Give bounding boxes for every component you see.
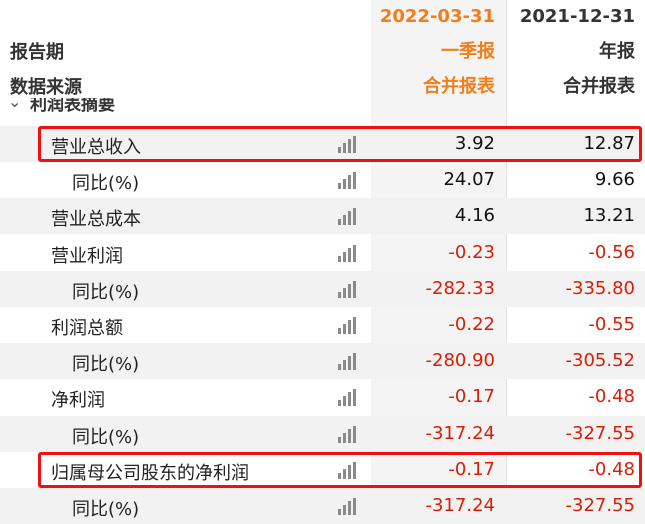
table-row[interactable]: 同比(%) -282.33 -335.80 xyxy=(0,270,645,307)
bar-chart-icon[interactable] xyxy=(338,244,358,262)
date-column-2[interactable]: 2021-12-31 xyxy=(520,6,635,27)
row-value-2: -327.55 xyxy=(565,495,635,516)
report-period-row: 报告期 一季报 年报 xyxy=(0,31,645,67)
row-label: 营业总成本 xyxy=(51,209,141,231)
row-value-2: -335.80 xyxy=(565,277,635,299)
bar-chart-icon[interactable] xyxy=(338,172,358,190)
report-period-2: 年报 xyxy=(599,41,635,62)
bar-chart-icon[interactable] xyxy=(338,498,358,515)
row-label: 同比(%) xyxy=(72,173,140,195)
row-label: 营业利润 xyxy=(51,245,123,267)
row-value-1: -0.17 xyxy=(448,386,495,408)
data-source-row: 数据来源 合并报表 合并报表 xyxy=(0,66,645,102)
row-value-1: -0.23 xyxy=(448,241,495,263)
section-profit-summary[interactable]: ⌄ 利润表摘要 xyxy=(0,98,645,118)
bar-chart-icon[interactable] xyxy=(338,353,358,371)
row-value-1: 4.16 xyxy=(454,205,495,227)
table-row[interactable]: 同比(%) -317.24 -327.55 xyxy=(0,415,645,452)
row-value-2: -0.55 xyxy=(588,314,635,335)
data-source-1: 合并报表 xyxy=(423,76,495,97)
row-value-2: 9.66 xyxy=(594,169,635,191)
row-value-1: 24.07 xyxy=(443,169,495,191)
bar-chart-icon[interactable] xyxy=(338,425,358,443)
row-label: 同比(%) xyxy=(72,281,140,303)
date-column-1[interactable]: 2022-03-31 xyxy=(380,6,495,27)
row-value-2: 13.21 xyxy=(583,205,635,227)
row-value-2: -0.56 xyxy=(588,241,635,263)
row-value-1: -317.24 xyxy=(425,422,495,444)
row-value-1: -280.90 xyxy=(425,350,495,372)
highlight-box xyxy=(38,451,642,488)
table-row[interactable]: 净利润 -0.17 -0.48 xyxy=(0,379,645,415)
row-label: 利润总额 xyxy=(51,318,123,339)
row-value-2: -305.52 xyxy=(565,350,635,372)
table-row[interactable]: 同比(%) -280.90 -305.52 xyxy=(0,343,645,380)
row-label: 净利润 xyxy=(51,390,105,412)
row-value-2: -0.48 xyxy=(588,386,635,408)
bar-chart-icon[interactable] xyxy=(338,280,358,298)
highlight-box xyxy=(38,126,642,162)
row-value-2: -327.55 xyxy=(565,422,635,444)
row-value-1: -282.33 xyxy=(425,277,495,299)
row-label: 同比(%) xyxy=(72,354,140,376)
bar-chart-icon[interactable] xyxy=(338,389,358,407)
table-row[interactable]: 营业利润 -0.23 -0.56 xyxy=(0,235,645,271)
table-row[interactable]: 同比(%) 24.07 9.66 xyxy=(0,162,645,198)
table-row[interactable]: 利润总额 -0.22 -0.55 xyxy=(0,307,645,343)
data-source-2: 合并报表 xyxy=(563,76,635,97)
bar-chart-icon[interactable] xyxy=(338,317,358,334)
section-title: 利润表摘要 xyxy=(30,98,115,115)
report-period-label: 报告期 xyxy=(10,42,64,63)
report-period-1: 一季报 xyxy=(441,41,495,62)
table-row[interactable]: 营业总成本 4.16 13.21 xyxy=(0,198,645,235)
chevron-down-icon[interactable]: ⌄ xyxy=(8,98,21,111)
bar-chart-icon[interactable] xyxy=(338,208,358,226)
data-source-label: 数据来源 xyxy=(10,77,82,98)
row-value-1: -317.24 xyxy=(425,495,495,516)
row-label: 同比(%) xyxy=(72,426,140,448)
row-value-1: -0.22 xyxy=(448,314,495,335)
row-label: 同比(%) xyxy=(72,499,140,520)
